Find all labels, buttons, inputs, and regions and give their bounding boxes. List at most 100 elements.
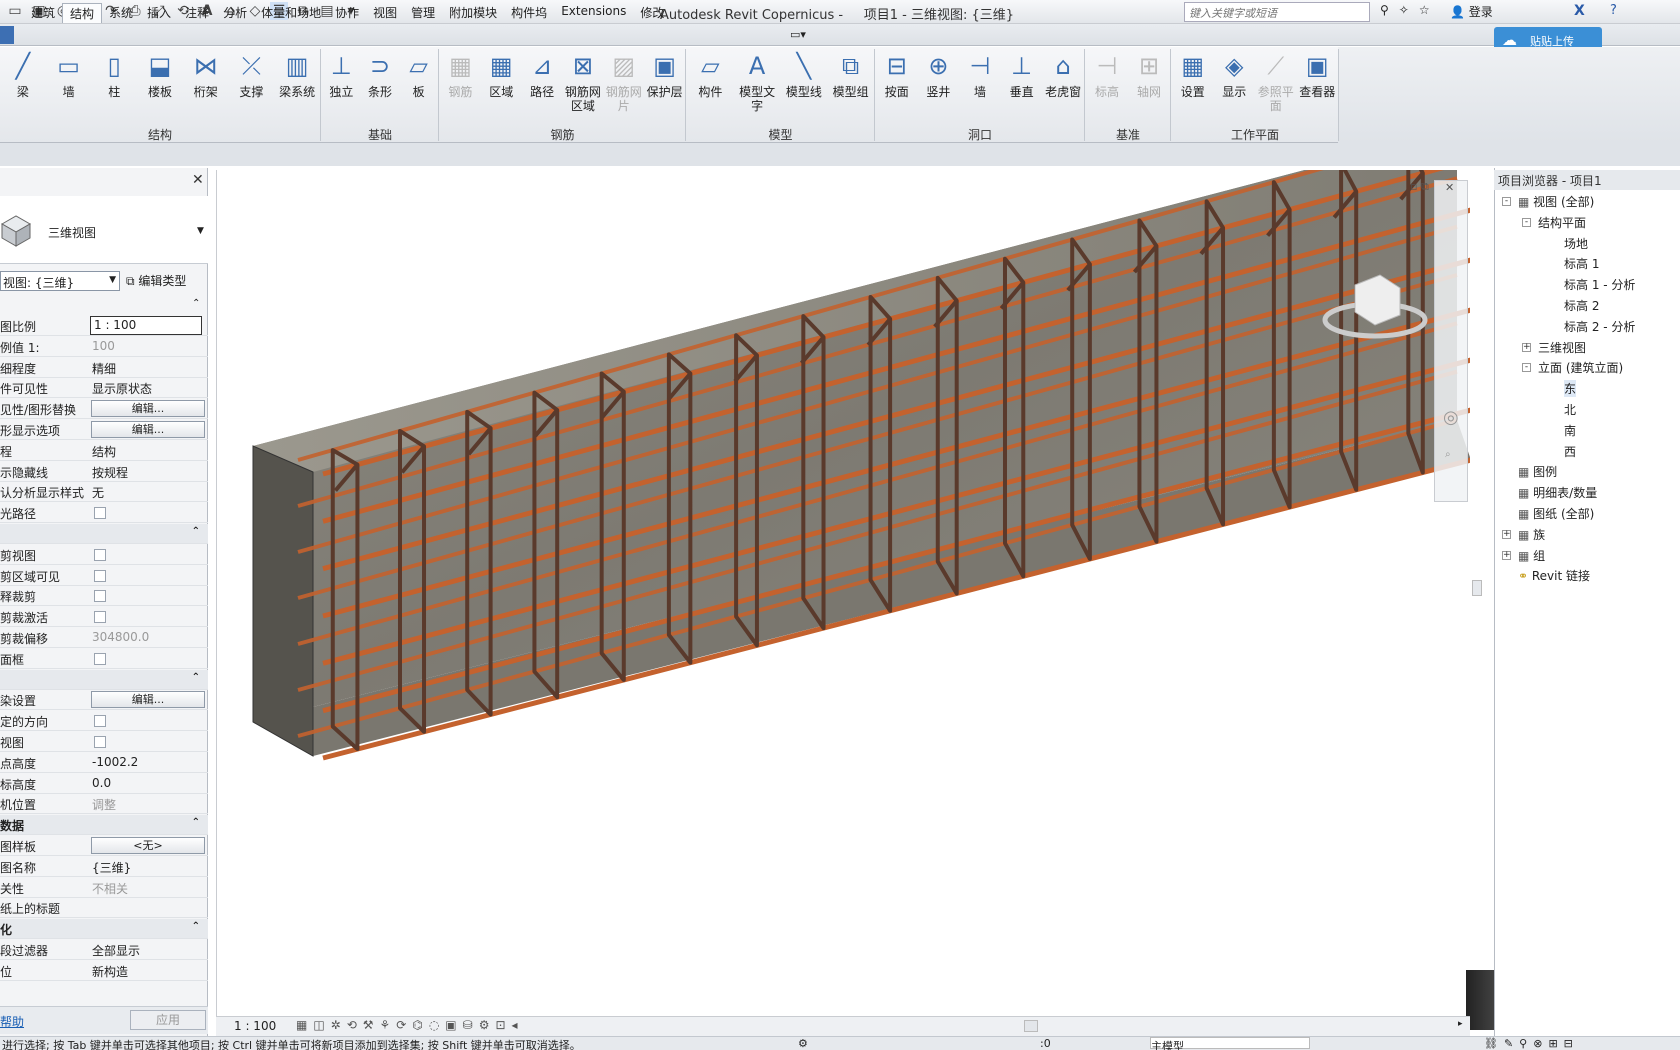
ribbon-button-2-3[interactable]: ⊠ 钢筋网区域 — [565, 51, 601, 113]
edit-type-button[interactable]: ⧉ 编辑类型 — [126, 272, 186, 289]
property-value[interactable]: {三维} — [92, 859, 204, 876]
tab-8[interactable]: 视图 — [366, 3, 404, 23]
browser-node[interactable]: 西 — [1564, 443, 1576, 460]
workset-icon[interactable]: ⚙ — [798, 1037, 808, 1050]
tab-11[interactable]: 构件坞 — [504, 3, 554, 23]
property-value[interactable]: 无 — [92, 484, 204, 501]
zoom-icon[interactable]: ⌕ — [1445, 449, 1451, 460]
browser-node[interactable]: 北 — [1564, 401, 1576, 418]
search-input[interactable]: 键入关键字或短语 — [1184, 2, 1370, 22]
ribbon-button-0-6[interactable]: ▥ 梁系统 — [279, 51, 315, 99]
property-value[interactable]: 1 : 100 — [90, 316, 202, 335]
rebar-beam-model[interactable] — [217, 170, 1470, 1016]
property-group-header[interactable]: 化 ⌃ — [0, 919, 208, 940]
tab-0[interactable]: 建筑 — [24, 3, 62, 23]
browser-node[interactable]: 东 — [1564, 380, 1577, 398]
property-edit-button[interactable]: <无> — [91, 837, 205, 854]
ribbon-button-6-3[interactable]: ▣ 查看器 — [1299, 51, 1335, 99]
property-checkbox[interactable] — [94, 569, 106, 582]
ribbon-button-2-2[interactable]: ⊿ 路径 — [524, 51, 560, 99]
tab-13[interactable]: 修改 — [633, 3, 671, 23]
ribbon-button-6-2[interactable]: ⟋ 参照平面 — [1258, 51, 1294, 113]
ribbon-panel-title[interactable]: 工作平面 — [1231, 126, 1279, 143]
ribbon-button-3-1[interactable]: A 模型文字 — [739, 51, 775, 113]
binoculars-icon[interactable]: ⚲ — [1380, 3, 1389, 17]
expand-toggle-icon[interactable]: + — [1502, 529, 1511, 539]
ribbon-button-2-4[interactable]: ▨ 钢筋网片 — [606, 51, 642, 113]
tab-10[interactable]: 附加模块 — [442, 3, 504, 23]
tab-12[interactable]: Extensions — [554, 3, 633, 23]
ribbon-button-2-0[interactable]: ▦ 钢筋 — [442, 51, 478, 99]
steering-wheel-icon[interactable]: ◎ — [1443, 407, 1459, 428]
ribbon-button-1-1[interactable]: ⊃ 条形 — [362, 51, 398, 99]
3d-viewport[interactable] — [216, 170, 1470, 1016]
property-group-header[interactable]: ⌃ — [0, 524, 208, 544]
ribbon-button-4-4[interactable]: ⌂ 老虎窗 — [1045, 51, 1081, 99]
property-value[interactable]: -1002.2 — [92, 755, 204, 769]
browser-node[interactable]: ▦ 族 — [1518, 526, 1545, 543]
restore-icon[interactable]: ▫ ⧉ — [1410, 180, 1429, 194]
property-checkbox[interactable] — [94, 652, 106, 665]
browser-node[interactable]: 场地 — [1564, 235, 1588, 252]
model-selector[interactable]: 主模型 — [1150, 1037, 1310, 1050]
property-edit-button[interactable]: 编辑... — [91, 691, 205, 709]
property-value[interactable]: 精细 — [92, 360, 204, 377]
ribbon-button-4-0[interactable]: ⊟ 按面 — [879, 51, 915, 99]
close-icon[interactable]: ✕ — [192, 172, 204, 188]
viewcube[interactable] — [1320, 260, 1430, 350]
ribbon-button-0-4[interactable]: ⋈ 桁架 — [188, 51, 224, 99]
property-checkbox[interactable] — [94, 548, 106, 561]
ribbon-button-6-1[interactable]: ◈ 显示 — [1216, 51, 1252, 99]
expand-toggle-icon[interactable]: + — [1522, 342, 1531, 352]
properties-help-link[interactable]: 帮助 — [0, 1013, 24, 1030]
property-value[interactable]: 显示原状态 — [92, 380, 204, 397]
instance-view-dropdown[interactable]: 视图: {三维} ▼ — [0, 271, 120, 291]
browser-node[interactable]: 标高 2 - 分析 — [1564, 318, 1635, 335]
property-group-header[interactable]: ⌃ — [0, 669, 208, 690]
ribbon-minimize-icon[interactable]: ▭▾ — [790, 28, 806, 41]
browser-node[interactable]: ▦ 视图 (全部) — [1518, 193, 1594, 210]
property-checkbox[interactable] — [94, 736, 106, 748]
collapse-icon[interactable]: ⌃ — [192, 672, 200, 683]
collapse-icon[interactable]: ⌃ — [192, 526, 200, 537]
help-icon[interactable]: ? — [1610, 3, 1617, 18]
collapse-toggle-icon[interactable]: - — [1522, 217, 1531, 227]
horizontal-scrollbar-thumb[interactable] — [1024, 1020, 1038, 1032]
selection-filter-icons[interactable]: ⛓✎⚲⊗⊞⊟ — [1484, 1037, 1579, 1050]
ribbon-panel-title[interactable]: 基准 — [1116, 126, 1140, 143]
collapse-toggle-icon[interactable]: - — [1522, 363, 1531, 373]
property-checkbox[interactable] — [94, 715, 106, 728]
browser-node[interactable]: 标高 1 — [1564, 255, 1599, 272]
browser-node[interactable]: 三维视图 — [1538, 339, 1586, 356]
ribbon-button-1-2[interactable]: ▱ 板 — [401, 51, 437, 99]
property-value[interactable]: 不相关 — [92, 880, 204, 897]
browser-node[interactable]: 结构平面 — [1538, 214, 1586, 231]
ribbon-panel-title[interactable]: 模型 — [769, 126, 793, 143]
property-checkbox[interactable] — [94, 507, 106, 520]
browser-node[interactable]: 立面 (建筑立面) — [1538, 359, 1623, 376]
property-group-header[interactable]: 数据 ⌃ — [0, 815, 208, 836]
tab-5[interactable]: 分析 — [216, 3, 254, 23]
chevron-down-icon[interactable]: ▼ — [197, 226, 204, 236]
ribbon-button-0-3[interactable]: ⬓ 楼板 — [142, 51, 178, 99]
browser-node[interactable]: 南 — [1564, 422, 1576, 439]
tab-2[interactable]: 系统 — [102, 3, 140, 23]
close-icon[interactable]: ✕ — [1445, 181, 1454, 194]
ribbon-button-3-2[interactable]: ╲ 模型线 — [786, 51, 822, 99]
ribbon-button-5-1[interactable]: ⊞ 轴网 — [1131, 51, 1167, 99]
exchange-apps-icon[interactable]: X — [1574, 3, 1585, 19]
property-value[interactable]: 调整 — [92, 796, 204, 813]
browser-node[interactable]: ▦ 明细表/数量 — [1518, 484, 1597, 501]
ribbon-panel-title[interactable]: 钢筋 — [551, 126, 575, 143]
star-icon[interactable]: ☆ — [1419, 3, 1430, 17]
collapse-icon[interactable]: ⌃ — [192, 298, 200, 309]
subscription-icon[interactable]: ✧ — [1399, 3, 1409, 17]
browser-node[interactable]: 标高 1 - 分析 — [1564, 276, 1635, 293]
open-icon[interactable]: ▭ — [6, 2, 24, 20]
property-edit-button[interactable]: 编辑... — [91, 421, 205, 438]
ribbon-button-4-1[interactable]: ⊕ 竖井 — [920, 51, 956, 99]
ribbon-button-2-5[interactable]: ▣ 保护层 — [647, 51, 683, 99]
view-control-icons[interactable]: ▦◫✲⟲⚒⚘⟳⌬◌▣⛁⚙⊡◂ — [296, 1018, 524, 1032]
tab-3[interactable]: 插入 — [140, 3, 178, 23]
ribbon-button-3-0[interactable]: ▱ 构件 — [692, 51, 728, 99]
